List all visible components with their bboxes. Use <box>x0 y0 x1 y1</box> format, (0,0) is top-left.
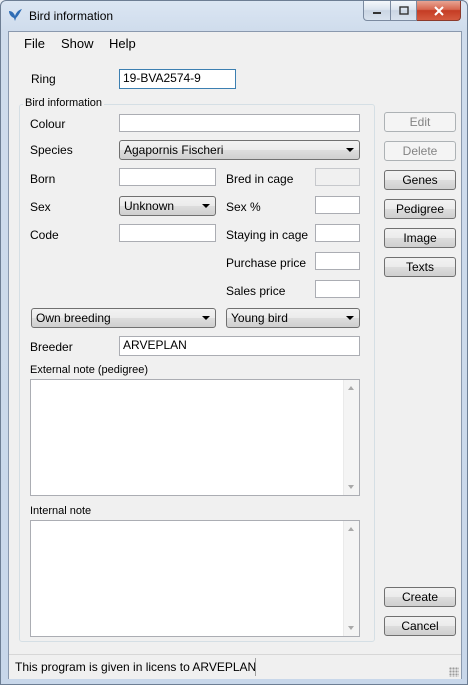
close-icon <box>433 5 444 16</box>
minimize-button[interactable] <box>363 1 391 21</box>
internal-note-label: Internal note <box>30 505 92 517</box>
maximize-button[interactable] <box>391 1 417 21</box>
minimize-icon <box>373 11 381 14</box>
pedigree-button[interactable]: Pedigree <box>384 199 456 219</box>
bird-icon <box>9 9 22 21</box>
group-title: Bird information <box>23 97 105 109</box>
chevron-down-icon <box>346 316 354 320</box>
sales-price-label: Sales price <box>226 284 286 298</box>
sex-label: Sex <box>30 200 51 214</box>
origin-select[interactable]: Own breeding <box>31 308 216 328</box>
title-bar[interactable]: Bird information <box>1 1 467 31</box>
menu-show[interactable]: Show <box>61 36 94 51</box>
code-label: Code <box>30 228 59 242</box>
bird-information-window: Bird information File Show Help Ring 19-… <box>0 0 468 685</box>
born-input[interactable] <box>119 168 216 186</box>
status-text: This program is given in licens to ARVEP… <box>15 660 257 674</box>
client-area: File Show Help Ring 19-BVA2574-9 Bird in… <box>8 31 462 679</box>
colour-label: Colour <box>30 117 66 131</box>
colour-input[interactable] <box>119 114 360 132</box>
chevron-down-icon <box>346 148 354 152</box>
staying-input[interactable] <box>315 224 360 242</box>
age-select[interactable]: Young bird <box>226 308 360 328</box>
age-value: Young bird <box>231 311 288 325</box>
texts-button[interactable]: Texts <box>384 257 456 277</box>
internal-note-textarea[interactable] <box>30 520 360 637</box>
external-note-scrollbar[interactable] <box>343 380 359 495</box>
maximize-icon <box>398 6 409 15</box>
scroll-down-icon[interactable] <box>348 485 354 489</box>
delete-button[interactable]: Delete <box>384 141 456 161</box>
image-button[interactable]: Image <box>384 228 456 248</box>
species-select[interactable]: Agapornis Fischeri <box>119 140 360 160</box>
chevron-down-icon <box>202 204 210 208</box>
sex-select[interactable]: Unknown <box>119 196 216 216</box>
breeder-label: Breeder <box>30 340 73 354</box>
code-input[interactable] <box>119 224 216 242</box>
ring-input[interactable]: 19-BVA2574-9 <box>119 69 236 89</box>
species-value: Agapornis Fischeri <box>124 143 224 157</box>
chevron-down-icon <box>202 316 210 320</box>
status-separator <box>255 658 256 676</box>
scroll-up-icon[interactable] <box>348 386 354 390</box>
menu-file[interactable]: File <box>24 36 45 51</box>
breeder-input[interactable]: ARVEPLAN <box>119 336 360 356</box>
create-button[interactable]: Create <box>384 587 456 607</box>
menu-help[interactable]: Help <box>109 36 136 51</box>
bred-in-cage-input <box>315 168 360 186</box>
sex-value: Unknown <box>124 199 175 213</box>
status-bar: This program is given in licens to ARVEP… <box>9 654 461 679</box>
edit-button[interactable]: Edit <box>384 112 456 132</box>
purchase-price-label: Purchase price <box>226 256 307 270</box>
purchase-price-input[interactable] <box>315 252 360 270</box>
bred-in-cage-label: Bred in cage <box>226 172 294 186</box>
born-label: Born <box>30 172 56 186</box>
ring-label: Ring <box>31 72 56 86</box>
internal-note-scrollbar[interactable] <box>343 521 359 636</box>
cancel-button[interactable]: Cancel <box>384 616 456 636</box>
menu-bar: File Show Help <box>9 32 461 54</box>
external-note-textarea[interactable] <box>30 379 360 496</box>
window-title: Bird information <box>29 9 114 23</box>
species-label: Species <box>30 143 73 157</box>
caption-buttons <box>363 1 461 21</box>
sex-pct-label: Sex % <box>226 200 261 214</box>
sales-price-input[interactable] <box>315 280 360 298</box>
scroll-down-icon[interactable] <box>348 626 354 630</box>
genes-button[interactable]: Genes <box>384 170 456 190</box>
sex-pct-input[interactable] <box>315 196 360 214</box>
resize-grip-icon[interactable] <box>449 667 459 677</box>
external-note-label: External note (pedigree) <box>30 364 149 376</box>
close-button[interactable] <box>417 1 461 21</box>
origin-value: Own breeding <box>36 311 111 325</box>
staying-label: Staying in cage <box>226 228 309 242</box>
scroll-up-icon[interactable] <box>348 527 354 531</box>
